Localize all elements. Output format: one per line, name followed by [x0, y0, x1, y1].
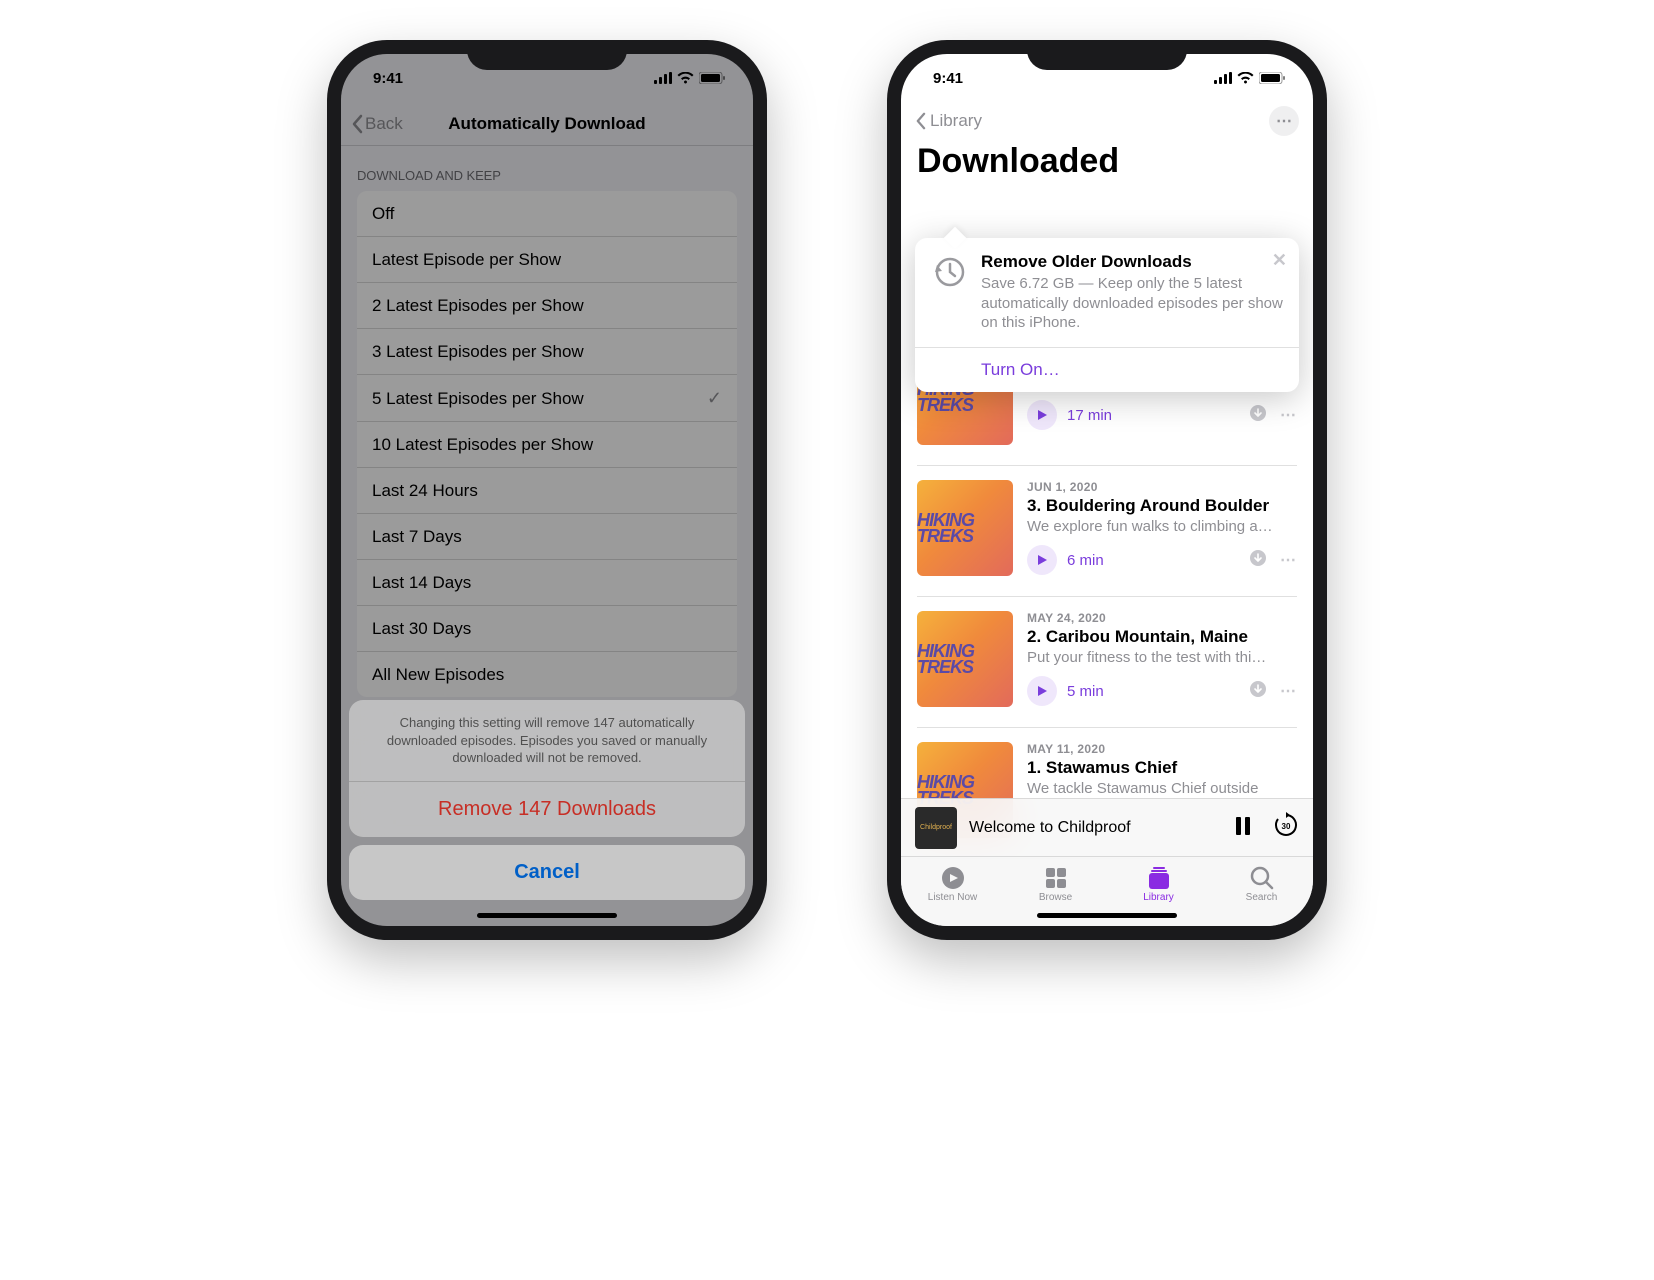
- tab-listen-now[interactable]: Listen Now: [901, 857, 1004, 912]
- episode-body: MAY 24, 2020 2. Caribou Mountain, Maine Pu…: [1027, 611, 1297, 707]
- pause-icon: [1235, 817, 1251, 835]
- pause-button[interactable]: [1235, 815, 1251, 841]
- remove-downloads-button[interactable]: Remove 147 Downloads: [349, 781, 745, 837]
- episode-duration: 5 min: [1067, 683, 1104, 700]
- notch: [1027, 40, 1187, 70]
- battery-icon: [1259, 72, 1285, 84]
- episode-actions: ⋯: [1250, 550, 1297, 571]
- phone-library: 9:41 Library ⋯ Downloaded HIKING TREKS4.…: [887, 40, 1327, 940]
- episode-duration: 17 min: [1067, 407, 1112, 424]
- turn-on-button[interactable]: Turn On…: [915, 347, 1299, 392]
- episode-more-button[interactable]: ⋯: [1280, 550, 1297, 570]
- wifi-icon: [1237, 72, 1254, 84]
- notch: [467, 40, 627, 70]
- home-indicator[interactable]: [477, 913, 617, 918]
- back-button[interactable]: Library: [915, 111, 982, 131]
- phone-settings: 9:41 Back Automatically Download DOWNLOA…: [327, 40, 767, 940]
- page-title: Downloaded: [901, 136, 1313, 191]
- episode-date: JUN 1, 2020: [1027, 480, 1297, 494]
- downloaded-icon: [1250, 405, 1266, 426]
- more-button[interactable]: ⋯: [1269, 106, 1299, 136]
- episode-description: We explore fun walks to climbing a…: [1027, 518, 1297, 535]
- downloaded-icon: [1250, 681, 1266, 702]
- episode-row[interactable]: HIKING TREKS JUN 1, 2020 3. Bouldering Aro…: [917, 466, 1297, 597]
- tab-icon: [1146, 866, 1172, 890]
- popover-title: Remove Older Downloads: [981, 252, 1285, 272]
- now-playing-artwork: Childproof: [915, 807, 957, 849]
- tab-label: Search: [1246, 892, 1278, 903]
- tab-label: Library: [1143, 892, 1174, 903]
- svg-text:30: 30: [1282, 822, 1291, 831]
- screen-2: 9:41 Library ⋯ Downloaded HIKING TREKS4.…: [901, 54, 1313, 926]
- episode-actions: ⋯: [1250, 681, 1297, 702]
- tab-browse[interactable]: Browse: [1004, 857, 1107, 912]
- episode-description: Put your fitness to the test with thi…: [1027, 649, 1297, 666]
- status-icons: [1214, 72, 1285, 84]
- now-playing-title: Welcome to Childproof: [969, 819, 1223, 837]
- tab-icon: [1249, 866, 1275, 890]
- ellipsis-icon: ⋯: [1276, 111, 1292, 131]
- history-icon: [929, 252, 969, 292]
- episode-meta: 17 min ⋯: [1027, 400, 1297, 430]
- play-icon: [1027, 676, 1057, 706]
- play-button[interactable]: 6 min: [1027, 545, 1104, 575]
- popover-body: Save 6.72 GB — Keep only the 5 latest au…: [981, 274, 1285, 333]
- episode-description: We tackle Stawamus Chief outside: [1027, 780, 1297, 797]
- episode-more-button[interactable]: ⋯: [1280, 405, 1297, 425]
- episode-date: MAY 24, 2020: [1027, 611, 1297, 625]
- episode-title: 2. Caribou Mountain, Maine: [1027, 627, 1297, 647]
- status-time: 9:41: [933, 70, 963, 87]
- play-button[interactable]: 5 min: [1027, 676, 1104, 706]
- close-icon: ✕: [1272, 250, 1287, 270]
- tab-label: Listen Now: [928, 892, 977, 903]
- episode-date: MAY 11, 2020: [1027, 742, 1297, 756]
- remove-downloads-popover: ✕ Remove Older Downloads Save 6.72 GB — …: [915, 238, 1299, 392]
- tab-icon: [940, 866, 966, 890]
- close-button[interactable]: ✕: [1272, 250, 1287, 271]
- chevron-left-icon: [915, 112, 926, 130]
- episode-more-button[interactable]: ⋯: [1280, 681, 1297, 701]
- tab-label: Browse: [1039, 892, 1072, 903]
- tab-search[interactable]: Search: [1210, 857, 1313, 912]
- play-icon: [1027, 545, 1057, 575]
- signal-icon: [1214, 72, 1232, 84]
- episode-meta: 5 min ⋯: [1027, 676, 1297, 706]
- home-indicator[interactable]: [1037, 913, 1177, 918]
- episode-row[interactable]: HIKING TREKS MAY 24, 2020 2. Caribou Mount…: [917, 597, 1297, 728]
- play-icon: [1027, 400, 1057, 430]
- sheet-message: Changing this setting will remove 147 au…: [349, 700, 745, 781]
- episode-actions: ⋯: [1250, 405, 1297, 426]
- episode-body: JUN 1, 2020 3. Bouldering Around Boulder W…: [1027, 480, 1297, 576]
- screen-1: 9:41 Back Automatically Download DOWNLOA…: [341, 54, 753, 926]
- episode-duration: 6 min: [1067, 552, 1104, 569]
- episode-meta: 6 min ⋯: [1027, 545, 1297, 575]
- now-playing-bar[interactable]: Childproof Welcome to Childproof 30: [901, 798, 1313, 856]
- skip-forward-button[interactable]: 30: [1273, 812, 1299, 844]
- downloaded-icon: [1250, 550, 1266, 571]
- episode-title: 3. Bouldering Around Boulder: [1027, 496, 1297, 516]
- play-button[interactable]: 17 min: [1027, 400, 1112, 430]
- nav-bar: Library ⋯: [901, 102, 1313, 136]
- cancel-button[interactable]: Cancel: [349, 845, 745, 900]
- tab-icon: [1043, 866, 1069, 890]
- back-label: Library: [930, 111, 982, 131]
- episode-title: 1. Stawamus Chief: [1027, 758, 1297, 778]
- action-sheet: Changing this setting will remove 147 au…: [349, 700, 745, 900]
- podcast-artwork: HIKING TREKS: [917, 611, 1013, 707]
- podcast-artwork: HIKING TREKS: [917, 480, 1013, 576]
- skip-30-icon: 30: [1273, 812, 1299, 838]
- tab-library[interactable]: Library: [1107, 857, 1210, 912]
